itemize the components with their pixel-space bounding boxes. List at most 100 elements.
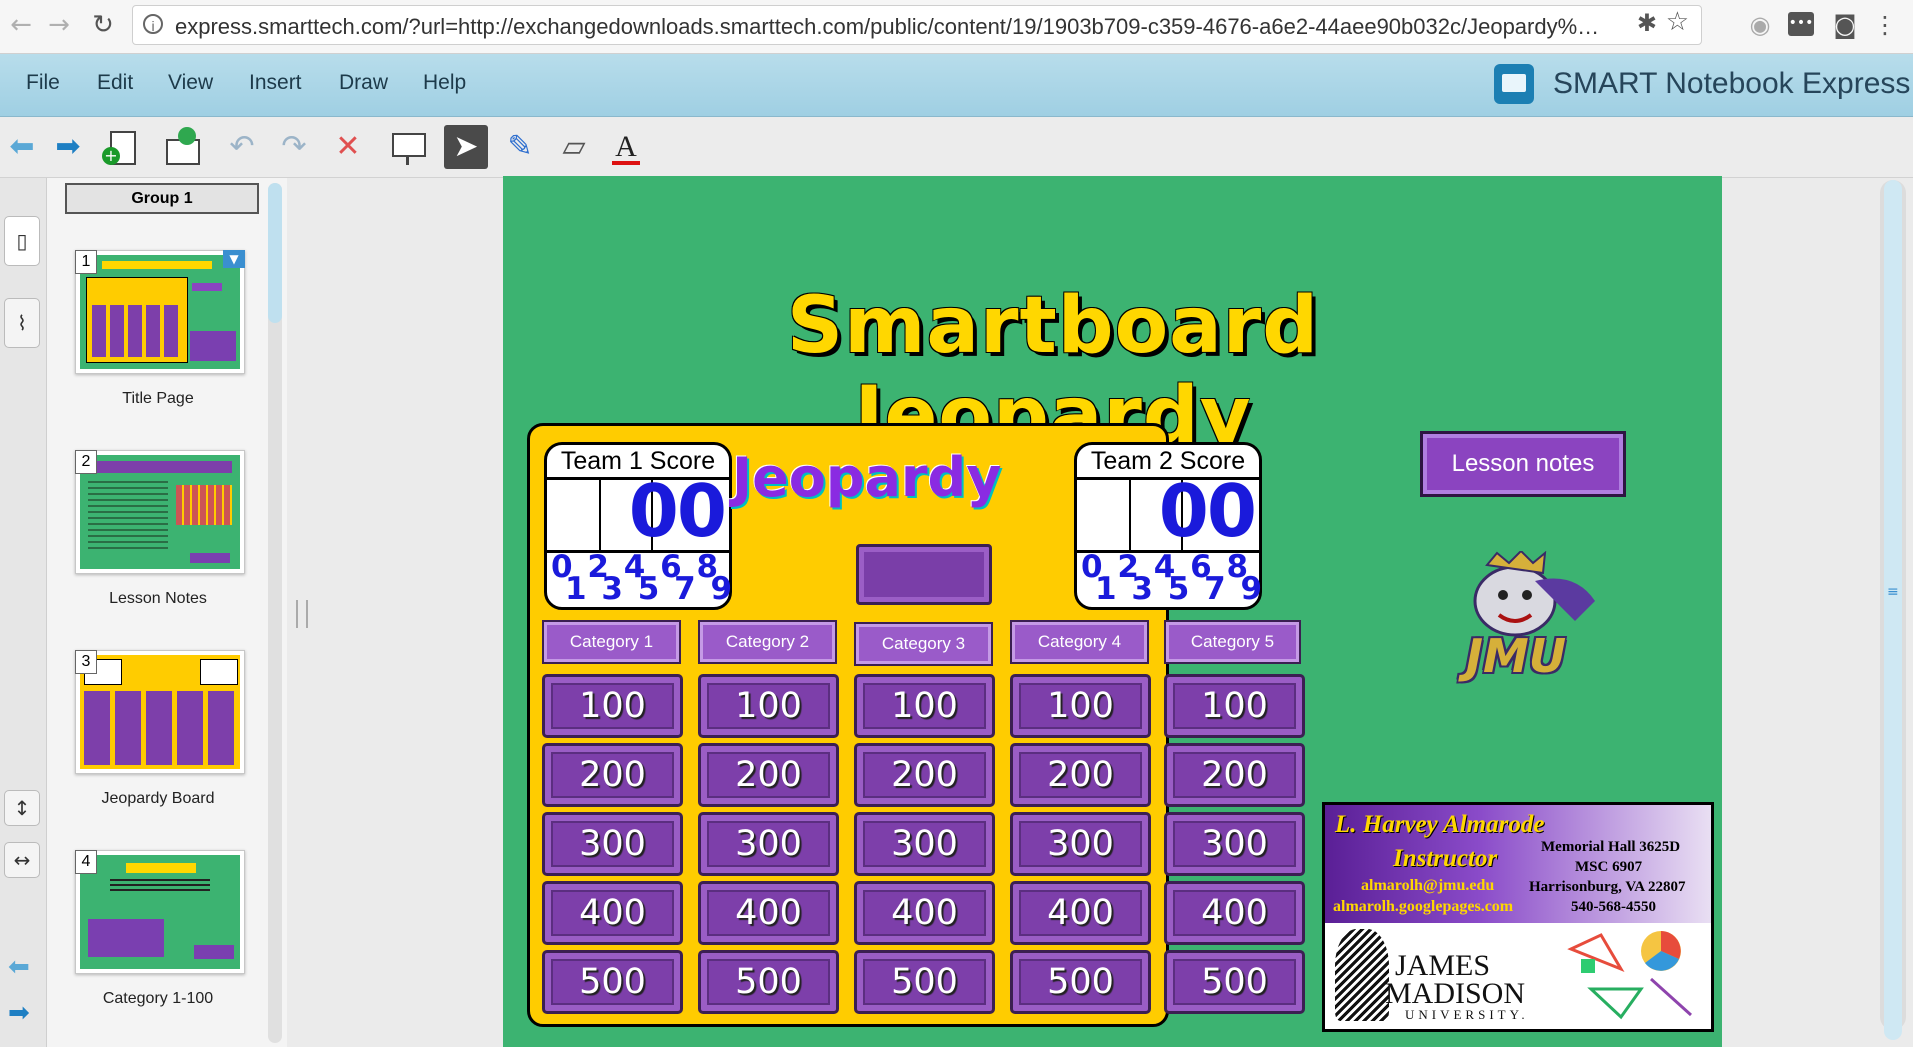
tile-c5-200[interactable]: 200 [1164,743,1305,807]
tile-c3-300[interactable]: 300 [854,812,995,876]
extension-blocked-icon[interactable]: ✱ [1637,9,1657,37]
eraser-icon[interactable]: ▱ [552,125,596,169]
center-button[interactable] [856,544,992,605]
address-bar[interactable]: i express.smarttech.com/?url=http://exch… [132,5,1702,45]
team1-score[interactable]: 00 [629,469,727,553]
side-tab-rail: ▯ ⌇ ↕ ↔ ⬅ ➡ [0,178,47,1047]
presentation-icon[interactable] [386,125,430,169]
tile-c5-100[interactable]: 100 [1164,674,1305,738]
info-icon[interactable]: i [143,14,163,34]
tile-c3-100[interactable]: 100 [854,674,995,738]
thumb-title-preview [80,255,240,369]
tile-c1-100[interactable]: 100 [542,674,683,738]
card-address-3: Harrisonburg, VA 22807 [1529,879,1686,895]
jmu-logo-text: JMU [1465,629,1567,683]
page-thumbnail-1[interactable]: 1 ▼ [75,250,245,374]
tile-c1-300[interactable]: 300 [542,812,683,876]
tile-c5-400[interactable]: 400 [1164,881,1305,945]
panel-splitter[interactable] [296,600,308,628]
card-address-1: Memorial Hall 3625D [1541,839,1681,855]
tile-c3-500[interactable]: 500 [854,950,995,1014]
pen-icon[interactable]: ✎ [498,125,542,169]
jmu-bulldog-logo[interactable]: JMU [1425,549,1605,683]
toolbar: ⬅ ➡ + ↶ ↷ ✕ ➤ ✎ ▱ A [0,117,1913,178]
category-5[interactable]: Category 5 [1164,620,1301,664]
move-vertical-icon[interactable]: ↕ [4,790,40,826]
tile-c4-100[interactable]: 100 [1010,674,1151,738]
tile-c2-200[interactable]: 200 [698,743,839,807]
tile-c2-100[interactable]: 100 [698,674,839,738]
card-phone: 540-568-4550 [1571,899,1656,915]
open-file-icon[interactable] [160,125,204,169]
delete-icon[interactable]: ✕ [326,125,370,169]
tile-c1-500[interactable]: 500 [542,950,683,1014]
forward-icon[interactable]: → [44,10,74,40]
page-number: 2 [75,450,97,474]
board-title: Jeopardy [732,446,1002,509]
tile-c5-300[interactable]: 300 [1164,812,1305,876]
menu-view[interactable]: View [168,71,213,95]
tile-c3-400[interactable]: 400 [854,881,995,945]
menu-help[interactable]: Help [423,71,466,95]
team2-digits-odd[interactable]: 1 3 5 7 9 [1095,571,1269,607]
tile-c4-400[interactable]: 400 [1010,881,1151,945]
thumb-board-preview [80,655,240,769]
menu-insert[interactable]: Insert [249,71,302,95]
bookmark-star-icon[interactable]: ☆ [1666,7,1689,37]
thumb-notes-preview [80,455,240,569]
rail-prev-icon[interactable]: ⬅ [8,952,30,982]
tile-c2-300[interactable]: 300 [698,812,839,876]
slide-canvas[interactable]: Smartboard Jeopardy Team 1 Score 00 0 2 … [503,176,1722,1047]
undo-icon[interactable]: ↶ [220,125,264,169]
redo-icon[interactable]: ↷ [272,125,316,169]
menu-edit[interactable]: Edit [97,71,133,95]
category-3[interactable]: Category 3 [854,622,993,666]
tile-c4-200[interactable]: 200 [1010,743,1151,807]
tile-c1-400[interactable]: 400 [542,881,683,945]
extension-menu-icon[interactable]: ••• [1788,12,1814,36]
page-scroll-thumb[interactable]: ≡ [1884,180,1902,1040]
tile-c1-200[interactable]: 200 [542,743,683,807]
page-sorter: Group 1 1 ▼ Title Page 2 Lesson Notes 3 … [47,178,287,1047]
page-menu-icon[interactable]: ▼ [223,250,245,268]
reload-icon[interactable]: ↻ [88,10,118,40]
text-color-icon[interactable]: A [604,125,648,169]
category-4[interactable]: Category 4 [1010,620,1149,664]
tile-c4-500[interactable]: 500 [1010,950,1151,1014]
card-address-2: MSC 6907 [1575,859,1643,875]
next-page-icon[interactable]: ➡ [46,125,90,169]
tile-c2-500[interactable]: 500 [698,950,839,1014]
team1-digits-odd[interactable]: 1 3 5 7 9 [565,571,739,607]
page-thumbnail-4[interactable]: 4 [75,850,245,974]
tile-c5-500[interactable]: 500 [1164,950,1305,1014]
add-page-icon[interactable]: + [98,125,142,169]
extension-icon[interactable]: ◉ [1745,10,1775,40]
tile-c3-200[interactable]: 200 [854,743,995,807]
page-thumbnail-2[interactable]: 2 [75,450,245,574]
page-label-1: Title Page [122,390,194,407]
menu-draw[interactable]: Draw [339,71,388,95]
team2-score[interactable]: 00 [1159,469,1257,553]
sorter-scroll-thumb[interactable] [268,183,282,323]
lightbulb-icon[interactable]: ◙ [1830,10,1860,40]
card-email: almarolh@jmu.edu [1361,877,1495,894]
rail-next-icon[interactable]: ➡ [8,998,30,1028]
menu-file[interactable]: File [26,71,60,95]
lesson-notes-button[interactable]: Lesson notes [1420,431,1626,497]
category-1[interactable]: Category 1 [542,620,681,664]
chrome-menu-icon[interactable]: ⋮ [1870,10,1900,40]
tile-c4-300[interactable]: 300 [1010,812,1151,876]
attachments-tab-icon[interactable]: ⌇ [4,298,40,348]
back-icon[interactable]: ← [6,10,36,40]
move-horizontal-icon[interactable]: ↔ [4,842,40,878]
previous-page-icon[interactable]: ⬅ [0,125,44,169]
group-label[interactable]: Group 1 [65,183,259,214]
tile-c2-400[interactable]: 400 [698,881,839,945]
instructor-card[interactable]: L. Harvey Almarode Instructor almarolh@j… [1322,802,1714,1032]
category-2[interactable]: Category 2 [698,620,837,664]
card-university-2: MADISON [1385,977,1526,1010]
page-sorter-tab-icon[interactable]: ▯ [4,216,40,266]
thumb-category-preview [80,855,240,969]
select-arrow-icon[interactable]: ➤ [444,125,488,169]
page-thumbnail-3[interactable]: 3 [75,650,245,774]
